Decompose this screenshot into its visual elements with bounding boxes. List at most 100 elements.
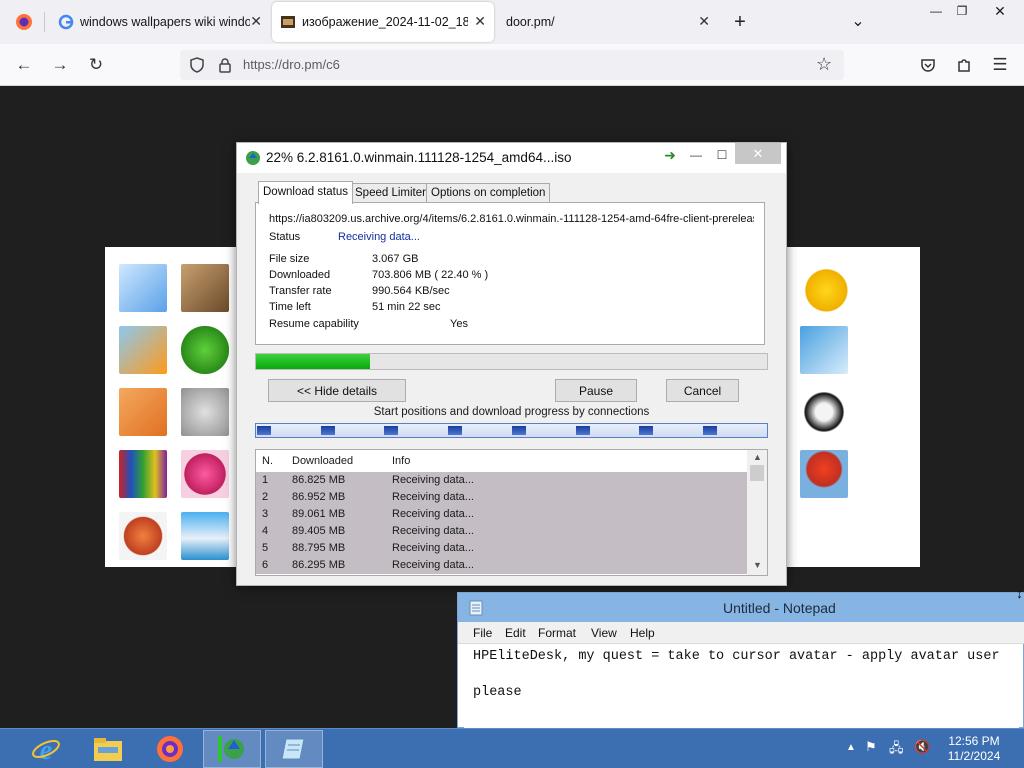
robot-dog-thumbnail[interactable] <box>181 388 229 436</box>
taskbar-idm[interactable] <box>203 730 261 768</box>
file-size-value: 3.067 GB <box>372 253 419 265</box>
cancel-button[interactable]: Cancel <box>666 379 739 402</box>
system-clock[interactable]: 12:56 PM 11/2/2024 <box>938 734 1010 764</box>
dialog-titlebar[interactable]: 22% 6.2.8161.0.winmain.111128-1254_amd64… <box>237 143 786 173</box>
transfer-rate-value: 990.564 KB/sec <box>372 285 450 297</box>
row-number: 1 <box>262 474 269 486</box>
network-icon[interactable]: 🖧 <box>889 739 904 761</box>
clock-date: 11/2/2024 <box>947 749 1001 763</box>
connection-segment <box>639 426 654 435</box>
lock-icon[interactable] <box>218 57 232 73</box>
menu-help[interactable]: Help <box>630 626 655 640</box>
close-window-icon[interactable]: ✕ <box>984 0 1016 22</box>
row-downloaded: 89.405 MB <box>292 525 346 537</box>
minimize-to-tray-icon[interactable]: ➜ <box>657 146 683 164</box>
download-progress-bar <box>255 353 768 370</box>
connection-segment <box>257 426 271 435</box>
close-tab-icon[interactable]: ✕ <box>250 13 262 30</box>
list-item[interactable]: 2 86.952 MB Receiving data... <box>256 489 747 506</box>
close-tab-icon[interactable]: ✕ <box>698 13 710 30</box>
dog-thumbnail[interactable] <box>800 388 848 436</box>
taskbar-file-explorer[interactable] <box>79 730 137 768</box>
ornament-thumbnail[interactable] <box>119 512 167 560</box>
menu-icon[interactable]: ☰ <box>989 54 1011 76</box>
minimize-icon[interactable]: — <box>683 146 709 164</box>
robot-toy-thumbnail[interactable] <box>181 264 229 312</box>
file-explorer-icon <box>94 738 122 761</box>
scrollbar-thumb[interactable] <box>750 465 764 481</box>
list-item[interactable]: 5 88.795 MB Receiving data... <box>256 540 747 557</box>
airplane-thumbnail[interactable] <box>119 264 167 312</box>
tracking-shield-icon[interactable] <box>189 57 205 73</box>
connection-segment <box>384 426 399 435</box>
maximize-icon[interactable]: ☐ <box>709 146 735 164</box>
forward-icon[interactable]: → <box>49 54 71 76</box>
tab-image[interactable]: изображение_2024-11-02_1839 ✕ <box>272 2 494 42</box>
menu-format[interactable]: Format <box>538 626 576 640</box>
starfish-thumbnail[interactable] <box>119 388 167 436</box>
menu-file[interactable]: File <box>473 626 492 640</box>
close-tab-icon[interactable]: ✕ <box>474 13 486 30</box>
text-line: please <box>473 685 522 700</box>
starburst-thumbnail[interactable] <box>181 450 229 498</box>
pause-button[interactable]: Pause <box>555 379 637 402</box>
list-item[interactable]: 6 86.295 MB Receiving data... <box>256 557 747 574</box>
row-number: 2 <box>262 491 269 503</box>
status-label: Status <box>269 231 301 243</box>
bookmark-star-icon[interactable]: ☆ <box>816 54 832 75</box>
restore-icon[interactable]: ❐ <box>950 0 974 22</box>
tab-options-on-completion[interactable]: Options on completion <box>426 183 551 203</box>
tab-speed-limiter[interactable]: Speed Limiter <box>350 183 431 203</box>
minimize-icon[interactable]: — <box>924 0 948 22</box>
notepad-titlebar[interactable]: Untitled - Notepad <box>458 593 1024 622</box>
crayons-thumbnail[interactable] <box>119 450 167 498</box>
new-tab-button[interactable]: + <box>728 11 752 33</box>
reload-icon[interactable]: ↻ <box>85 54 107 76</box>
connections-list[interactable]: N. Downloaded Info 1 86.825 MB Receiving d… <box>255 449 768 576</box>
ie-icon: e <box>32 735 60 764</box>
pocket-icon[interactable] <box>917 54 939 76</box>
action-center-flag-icon[interactable]: ⚑ <box>865 739 877 755</box>
column-header-n[interactable]: N. <box>262 455 273 467</box>
list-scrollbar[interactable]: ▲ ▼ <box>747 450 767 575</box>
extensions-icon[interactable] <box>953 54 975 76</box>
scroll-down-icon[interactable]: ▼ <box>753 560 762 570</box>
row-info: Receiving data... <box>392 525 474 537</box>
rollercoaster-thumbnail[interactable] <box>800 326 848 374</box>
taskbar-ie[interactable]: e <box>17 730 75 768</box>
menu-edit[interactable]: Edit <box>505 626 526 640</box>
show-hidden-icons-icon[interactable]: ▲ <box>846 742 856 753</box>
column-header-downloaded[interactable]: Downloaded <box>292 455 353 467</box>
list-item[interactable]: 1 86.825 MB Receiving data... <box>256 472 747 489</box>
hide-details-button[interactable]: << Hide details <box>268 379 406 402</box>
list-item[interactable]: 3 89.061 MB Receiving data... <box>256 506 747 523</box>
notepad-text-area[interactable]: HPEliteDesk, my quest = take to cursor a… <box>464 644 1019 729</box>
tab-download-status[interactable]: Download status <box>258 181 354 204</box>
url-bar[interactable]: https://dro.pm/c6 ☆ <box>180 50 844 80</box>
rubber-duck-thumbnail[interactable] <box>800 264 848 312</box>
back-icon[interactable]: ← <box>13 54 35 76</box>
column-header-info[interactable]: Info <box>392 455 410 467</box>
close-icon[interactable]: ✕ <box>735 143 781 164</box>
tab-door[interactable]: door.pm/ ✕ <box>496 2 718 42</box>
firefox-view-tab[interactable] <box>8 2 40 42</box>
goldfish-thumbnail[interactable] <box>119 326 167 374</box>
menu-view[interactable]: View <box>591 626 617 640</box>
balloon-thumbnail[interactable] <box>800 450 848 498</box>
url-text: https://dro.pm/c6 <box>243 57 340 72</box>
list-all-tabs-icon[interactable]: ⌄ <box>846 10 870 32</box>
list-item[interactable]: 4 89.405 MB Receiving data... <box>256 523 747 540</box>
tab-google-search[interactable]: windows wallpapers wiki windo ✕ <box>48 2 270 42</box>
scroll-up-icon[interactable]: ▲ <box>753 452 762 462</box>
row-number: 5 <box>262 542 269 554</box>
list-header: N. Downloaded Info <box>256 450 746 472</box>
taskbar-firefox[interactable] <box>141 730 199 768</box>
downloaded-value: 703.806 MB ( 22.40 % ) <box>372 269 489 281</box>
download-progress-dialog: 22% 6.2.8161.0.winmain.111128-1254_amd64… <box>236 142 787 586</box>
taskbar-notepad[interactable] <box>265 730 323 768</box>
frog-toy-thumbnail[interactable] <box>181 326 229 374</box>
volume-muted-icon[interactable]: 🔇 <box>914 739 930 755</box>
sailboat-thumbnail[interactable] <box>181 512 229 560</box>
row-number: 6 <box>262 559 269 571</box>
downloaded-label: Downloaded <box>269 269 331 281</box>
